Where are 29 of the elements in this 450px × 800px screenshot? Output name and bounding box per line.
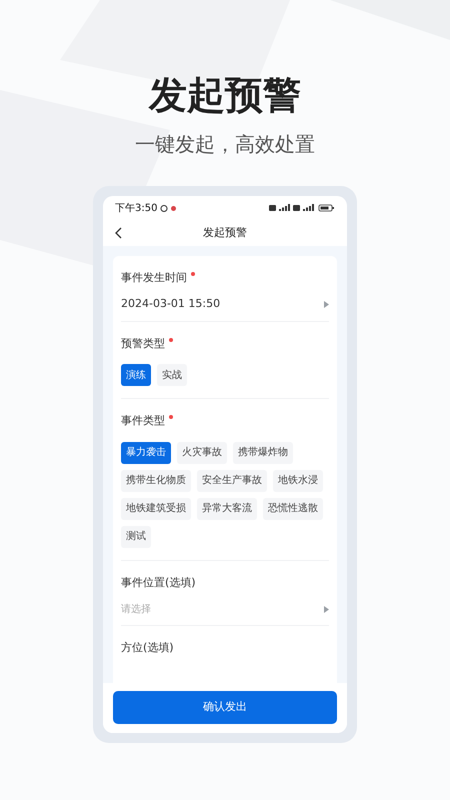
- field-label: 事件类型: [121, 413, 165, 429]
- option-chip[interactable]: 异常大客流: [197, 498, 257, 520]
- nav-title: 发起预警: [203, 224, 247, 241]
- option-chip[interactable]: 携带爆炸物: [233, 442, 293, 464]
- option-chip[interactable]: 测试: [121, 526, 151, 548]
- headline: 发起预警: [149, 76, 301, 114]
- option-chip[interactable]: 实战: [157, 364, 187, 386]
- status-time: 下午3:50: [115, 202, 158, 216]
- field-label: 预警类型: [121, 336, 165, 352]
- caret-icon: [324, 606, 329, 612]
- back-icon: [115, 227, 122, 239]
- subheadline: 一键发起，高效处置: [135, 134, 315, 154]
- signal-battery-icon: [269, 204, 335, 212]
- option-chip[interactable]: 火灾事故: [177, 442, 227, 464]
- field-label: 事件发生时间: [121, 270, 187, 286]
- app-dot-icon: [171, 206, 176, 210]
- field-label: 事件位置(选填): [121, 574, 196, 590]
- option-chip[interactable]: 演练: [121, 364, 151, 386]
- option-chip[interactable]: 携带生化物质: [121, 470, 191, 492]
- select-field[interactable]: 2024-03-01 15:50: [121, 294, 329, 314]
- confirm-button[interactable]: 确认发出: [113, 691, 337, 724]
- caret-icon: [324, 301, 329, 308]
- field-label: 方位(选填): [121, 640, 174, 656]
- option-chip[interactable]: 地铁建筑受损: [121, 498, 191, 520]
- option-chip[interactable]: 恐慌性逃散: [263, 498, 323, 520]
- option-chip[interactable]: 地铁水浸: [273, 470, 323, 492]
- option-chip[interactable]: 安全生产事故: [197, 470, 267, 492]
- option-chip[interactable]: 暴力袭击: [121, 442, 171, 464]
- back-button[interactable]: [115, 227, 122, 239]
